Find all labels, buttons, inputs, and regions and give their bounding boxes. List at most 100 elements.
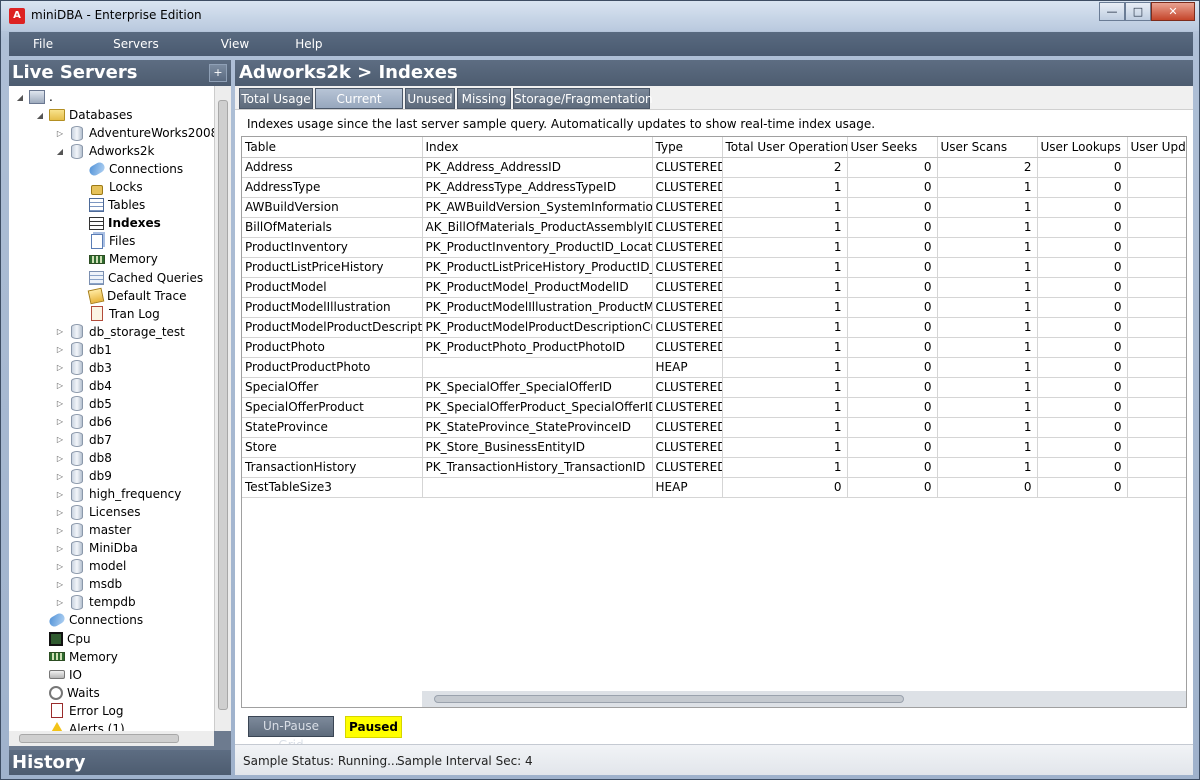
unpause-grid-button[interactable]: Un-Pause Grid bbox=[248, 716, 334, 752]
menu-file[interactable]: File bbox=[9, 37, 75, 51]
tree-horizontal-scrollbar[interactable] bbox=[9, 731, 214, 746]
collapsed-arrow-icon[interactable]: ▷ bbox=[55, 129, 65, 138]
table-row[interactable]: ProductModelProductDescriptionCulturePK_… bbox=[242, 317, 1186, 338]
tree-node[interactable]: ▷ db_storage_test bbox=[55, 323, 185, 341]
column-header[interactable]: Type bbox=[652, 137, 723, 158]
collapsed-arrow-icon[interactable]: ▷ bbox=[55, 508, 65, 517]
table-row[interactable]: TestTableSize3 HEAP 0 0 0 0 bbox=[242, 477, 1186, 498]
grid-horizontal-scroll-thumb[interactable] bbox=[434, 695, 904, 703]
table-row[interactable]: ProductListPriceHistory PK_ProductListPri… bbox=[242, 257, 1186, 278]
tree-node[interactable]: Memory bbox=[35, 648, 118, 666]
collapsed-arrow-icon[interactable]: ▷ bbox=[55, 454, 65, 463]
column-header[interactable]: User Updates bbox=[1127, 137, 1186, 158]
tree-vertical-scroll-thumb[interactable] bbox=[218, 100, 228, 710]
tree-node[interactable]: Indexes bbox=[75, 214, 161, 232]
collapsed-arrow-icon[interactable]: ▷ bbox=[55, 472, 65, 481]
table-row[interactable]: ProductModelIllustration PK_ProductModelI… bbox=[242, 297, 1186, 318]
tree-node[interactable]: Tables bbox=[75, 196, 145, 214]
column-header[interactable]: User Seeks bbox=[847, 137, 938, 158]
collapsed-arrow-icon[interactable]: ▷ bbox=[55, 327, 65, 336]
tree-node[interactable]: IO bbox=[35, 666, 82, 684]
menu-servers[interactable]: Servers bbox=[75, 37, 197, 51]
collapsed-arrow-icon[interactable]: ▷ bbox=[55, 580, 65, 589]
table-row[interactable]: ProductProductPhoto HEAP 1 0 1 0 bbox=[242, 357, 1186, 378]
collapsed-arrow-icon[interactable]: ▷ bbox=[55, 598, 65, 607]
column-header[interactable]: User Lookups bbox=[1037, 137, 1128, 158]
table-row[interactable]: ProductPhoto PK_ProductPhoto_ProductPhoto… bbox=[242, 337, 1186, 358]
table-row[interactable]: TransactionHistory PK_TransactionHistory_… bbox=[242, 457, 1186, 478]
expanded-arrow-icon[interactable]: ◢ bbox=[35, 111, 45, 120]
column-header[interactable]: Index bbox=[422, 137, 653, 158]
table-row[interactable]: StateProvince PK_StateProvince_StateProvi… bbox=[242, 417, 1186, 438]
table-row[interactable]: SpecialOffer PK_SpecialOffer_SpecialOffer… bbox=[242, 377, 1186, 398]
tree-node[interactable]: ▷ db4 bbox=[55, 377, 112, 395]
tree-node[interactable]: Waits bbox=[35, 684, 100, 702]
tree-node[interactable]: ◢ Databases bbox=[35, 106, 133, 124]
tree-horizontal-scroll-thumb[interactable] bbox=[19, 734, 179, 743]
tree-node[interactable]: Cached Queries bbox=[75, 269, 203, 287]
maximize-button[interactable]: □ bbox=[1125, 2, 1151, 21]
tree-node[interactable]: ▷ MiniDba bbox=[55, 539, 138, 557]
history-header[interactable]: History bbox=[9, 750, 231, 775]
expanded-arrow-icon[interactable]: ◢ bbox=[15, 93, 25, 102]
tree-node[interactable]: Alerts (1) bbox=[35, 720, 125, 731]
tree-node[interactable]: Connections bbox=[35, 611, 143, 629]
tree-node[interactable]: Memory bbox=[75, 250, 158, 268]
minimize-button[interactable]: — bbox=[1099, 2, 1125, 21]
table-row[interactable]: SpecialOfferProduct PK_SpecialOfferProduc… bbox=[242, 397, 1186, 418]
tree-node[interactable]: ▷ Licenses bbox=[55, 503, 141, 521]
menu-help[interactable]: Help bbox=[271, 37, 344, 51]
column-header[interactable]: Table bbox=[242, 137, 423, 158]
table-row[interactable]: ProductInventory PK_ProductInventory_Prod… bbox=[242, 237, 1186, 258]
tree-node[interactable]: Default Trace bbox=[75, 287, 187, 305]
tree-node[interactable]: ▷ master bbox=[55, 521, 131, 539]
tree-node[interactable]: ▷ tempdb bbox=[55, 593, 136, 611]
tree-node[interactable]: ▷ db1 bbox=[55, 341, 112, 359]
collapsed-arrow-icon[interactable]: ▷ bbox=[55, 544, 65, 553]
collapsed-arrow-icon[interactable]: ▷ bbox=[55, 490, 65, 499]
tab-unused[interactable]: Unused bbox=[405, 88, 455, 109]
table-row[interactable]: Store PK_Store_BusinessEntityID CLUSTERED 1… bbox=[242, 437, 1186, 458]
tree-node[interactable]: ◢. bbox=[15, 88, 53, 106]
table-row[interactable]: AddressType PK_AddressType_AddressTypeID C… bbox=[242, 177, 1186, 198]
collapsed-arrow-icon[interactable]: ▷ bbox=[55, 526, 65, 535]
tab-storage-fragmentation[interactable]: Storage/Fragmentation bbox=[513, 88, 653, 109]
add-server-button[interactable]: + bbox=[209, 64, 227, 82]
tree-node[interactable]: ▷ msdb bbox=[55, 575, 122, 593]
table-row[interactable]: BillOfMaterials AK_BillOfMaterials_Produc… bbox=[242, 217, 1186, 238]
menu-view[interactable]: View bbox=[197, 37, 271, 51]
tree-node[interactable]: ▷ AdventureWorks2008R bbox=[55, 124, 214, 142]
grid-horizontal-scrollbar[interactable] bbox=[422, 691, 1186, 707]
column-header[interactable]: User Scans bbox=[937, 137, 1038, 158]
collapsed-arrow-icon[interactable]: ▷ bbox=[55, 417, 65, 426]
table-row[interactable]: ProductModel PK_ProductModel_ProductModel… bbox=[242, 277, 1186, 298]
collapsed-arrow-icon[interactable]: ▷ bbox=[55, 562, 65, 571]
tree-node[interactable]: ▷ db6 bbox=[55, 413, 112, 431]
table-row[interactable]: Address PK_Address_AddressID CLUSTERED 2 0 2 0 bbox=[242, 157, 1186, 178]
tree-vertical-scrollbar[interactable] bbox=[214, 86, 231, 731]
collapsed-arrow-icon[interactable]: ▷ bbox=[55, 381, 65, 390]
tab-total-usage[interactable]: Total Usage bbox=[239, 88, 313, 109]
collapsed-arrow-icon[interactable]: ▷ bbox=[55, 399, 65, 408]
collapsed-arrow-icon[interactable]: ▷ bbox=[55, 345, 65, 354]
tree-node[interactable]: ▷ db5 bbox=[55, 395, 112, 413]
column-header[interactable]: Total User Operations bbox=[722, 137, 848, 158]
tree-node[interactable]: ▷ db8 bbox=[55, 449, 112, 467]
collapsed-arrow-icon[interactable]: ▷ bbox=[55, 363, 65, 372]
tree-node[interactable]: Error Log bbox=[35, 702, 124, 720]
tree-node[interactable]: ▷ db3 bbox=[55, 359, 112, 377]
tree-node[interactable]: ▷ model bbox=[55, 557, 126, 575]
collapsed-arrow-icon[interactable]: ▷ bbox=[55, 435, 65, 444]
tree-node[interactable]: ▷ db9 bbox=[55, 467, 112, 485]
tab-missing[interactable]: Missing bbox=[457, 88, 511, 109]
tree-node[interactable]: Tran Log bbox=[75, 305, 160, 323]
expanded-arrow-icon[interactable]: ◢ bbox=[55, 147, 65, 156]
close-button[interactable]: ✕ bbox=[1151, 2, 1195, 21]
tree-node[interactable]: Connections bbox=[75, 160, 183, 178]
table-row[interactable]: AWBuildVersion PK_AWBuildVersion_SystemIn… bbox=[242, 197, 1186, 218]
tab-current-usage[interactable]: Current Usage bbox=[315, 88, 403, 126]
tree-node[interactable]: ▷ db7 bbox=[55, 431, 112, 449]
tree-node[interactable]: Locks bbox=[75, 178, 143, 196]
tree-node[interactable]: ▷ high_frequency bbox=[55, 485, 181, 503]
tree-node[interactable]: ◢ Adworks2k bbox=[55, 142, 155, 160]
